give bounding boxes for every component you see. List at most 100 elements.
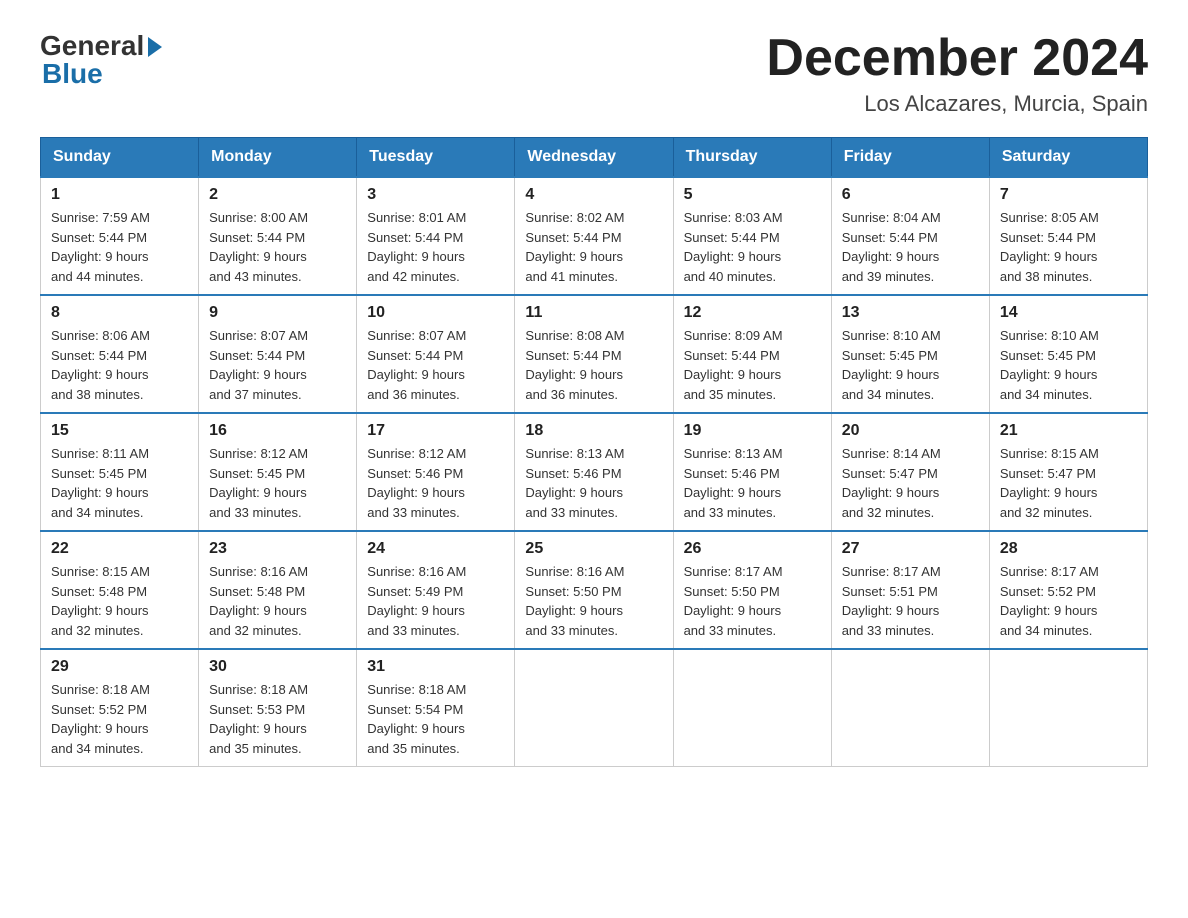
- day-number: 17: [367, 422, 504, 440]
- calendar-cell: 4 Sunrise: 8:02 AMSunset: 5:44 PMDayligh…: [515, 177, 673, 295]
- day-info: Sunrise: 8:11 AMSunset: 5:45 PMDaylight:…: [51, 446, 149, 520]
- calendar-cell: 31 Sunrise: 8:18 AMSunset: 5:54 PMDaylig…: [357, 649, 515, 767]
- day-info: Sunrise: 8:15 AMSunset: 5:47 PMDaylight:…: [1000, 446, 1099, 520]
- calendar-cell: 2 Sunrise: 8:00 AMSunset: 5:44 PMDayligh…: [199, 177, 357, 295]
- calendar-cell: 12 Sunrise: 8:09 AMSunset: 5:44 PMDaylig…: [673, 295, 831, 413]
- day-info: Sunrise: 8:10 AMSunset: 5:45 PMDaylight:…: [1000, 328, 1099, 402]
- week-row-4: 22 Sunrise: 8:15 AMSunset: 5:48 PMDaylig…: [41, 531, 1148, 649]
- weekday-header-sunday: Sunday: [41, 138, 199, 178]
- calendar-cell: 5 Sunrise: 8:03 AMSunset: 5:44 PMDayligh…: [673, 177, 831, 295]
- day-number: 26: [684, 540, 821, 558]
- calendar-cell: 25 Sunrise: 8:16 AMSunset: 5:50 PMDaylig…: [515, 531, 673, 649]
- calendar-cell: 19 Sunrise: 8:13 AMSunset: 5:46 PMDaylig…: [673, 413, 831, 531]
- day-number: 11: [525, 304, 662, 322]
- calendar-cell: 22 Sunrise: 8:15 AMSunset: 5:48 PMDaylig…: [41, 531, 199, 649]
- week-row-1: 1 Sunrise: 7:59 AMSunset: 5:44 PMDayligh…: [41, 177, 1148, 295]
- weekday-header-friday: Friday: [831, 138, 989, 178]
- weekday-header-tuesday: Tuesday: [357, 138, 515, 178]
- weekday-header-thursday: Thursday: [673, 138, 831, 178]
- day-info: Sunrise: 8:12 AMSunset: 5:46 PMDaylight:…: [367, 446, 466, 520]
- day-number: 18: [525, 422, 662, 440]
- day-info: Sunrise: 8:15 AMSunset: 5:48 PMDaylight:…: [51, 564, 150, 638]
- day-info: Sunrise: 8:14 AMSunset: 5:47 PMDaylight:…: [842, 446, 941, 520]
- week-row-2: 8 Sunrise: 8:06 AMSunset: 5:44 PMDayligh…: [41, 295, 1148, 413]
- calendar-cell: 18 Sunrise: 8:13 AMSunset: 5:46 PMDaylig…: [515, 413, 673, 531]
- calendar-cell: [831, 649, 989, 767]
- day-info: Sunrise: 8:05 AMSunset: 5:44 PMDaylight:…: [1000, 210, 1099, 284]
- day-info: Sunrise: 8:07 AMSunset: 5:44 PMDaylight:…: [367, 328, 466, 402]
- logo: General Blue: [40, 30, 162, 90]
- logo-blue-text: Blue: [42, 58, 103, 90]
- calendar-cell: 28 Sunrise: 8:17 AMSunset: 5:52 PMDaylig…: [989, 531, 1147, 649]
- calendar-cell: [989, 649, 1147, 767]
- calendar-cell: 16 Sunrise: 8:12 AMSunset: 5:45 PMDaylig…: [199, 413, 357, 531]
- day-info: Sunrise: 8:17 AMSunset: 5:50 PMDaylight:…: [684, 564, 783, 638]
- day-number: 2: [209, 186, 346, 204]
- day-number: 3: [367, 186, 504, 204]
- calendar-cell: 27 Sunrise: 8:17 AMSunset: 5:51 PMDaylig…: [831, 531, 989, 649]
- day-number: 14: [1000, 304, 1137, 322]
- day-number: 19: [684, 422, 821, 440]
- calendar-cell: 3 Sunrise: 8:01 AMSunset: 5:44 PMDayligh…: [357, 177, 515, 295]
- week-row-3: 15 Sunrise: 8:11 AMSunset: 5:45 PMDaylig…: [41, 413, 1148, 531]
- day-number: 23: [209, 540, 346, 558]
- location-title: Los Alcazares, Murcia, Spain: [766, 91, 1148, 117]
- title-block: December 2024 Los Alcazares, Murcia, Spa…: [766, 30, 1148, 117]
- calendar-cell: [515, 649, 673, 767]
- day-number: 8: [51, 304, 188, 322]
- calendar-cell: 10 Sunrise: 8:07 AMSunset: 5:44 PMDaylig…: [357, 295, 515, 413]
- calendar-table: SundayMondayTuesdayWednesdayThursdayFrid…: [40, 137, 1148, 767]
- day-number: 25: [525, 540, 662, 558]
- calendar-cell: 20 Sunrise: 8:14 AMSunset: 5:47 PMDaylig…: [831, 413, 989, 531]
- day-info: Sunrise: 8:03 AMSunset: 5:44 PMDaylight:…: [684, 210, 783, 284]
- calendar-cell: 13 Sunrise: 8:10 AMSunset: 5:45 PMDaylig…: [831, 295, 989, 413]
- day-info: Sunrise: 8:17 AMSunset: 5:51 PMDaylight:…: [842, 564, 941, 638]
- day-info: Sunrise: 8:18 AMSunset: 5:54 PMDaylight:…: [367, 682, 466, 756]
- day-info: Sunrise: 8:18 AMSunset: 5:52 PMDaylight:…: [51, 682, 150, 756]
- weekday-header-wednesday: Wednesday: [515, 138, 673, 178]
- calendar-cell: 23 Sunrise: 8:16 AMSunset: 5:48 PMDaylig…: [199, 531, 357, 649]
- day-info: Sunrise: 8:16 AMSunset: 5:49 PMDaylight:…: [367, 564, 466, 638]
- day-info: Sunrise: 8:12 AMSunset: 5:45 PMDaylight:…: [209, 446, 308, 520]
- day-number: 27: [842, 540, 979, 558]
- day-number: 7: [1000, 186, 1137, 204]
- day-number: 31: [367, 658, 504, 676]
- calendar-cell: 11 Sunrise: 8:08 AMSunset: 5:44 PMDaylig…: [515, 295, 673, 413]
- day-info: Sunrise: 8:02 AMSunset: 5:44 PMDaylight:…: [525, 210, 624, 284]
- calendar-cell: 30 Sunrise: 8:18 AMSunset: 5:53 PMDaylig…: [199, 649, 357, 767]
- page-header: General Blue December 2024 Los Alcazares…: [40, 30, 1148, 117]
- day-number: 22: [51, 540, 188, 558]
- calendar-cell: 29 Sunrise: 8:18 AMSunset: 5:52 PMDaylig…: [41, 649, 199, 767]
- calendar-cell: 14 Sunrise: 8:10 AMSunset: 5:45 PMDaylig…: [989, 295, 1147, 413]
- day-number: 28: [1000, 540, 1137, 558]
- weekday-header-monday: Monday: [199, 138, 357, 178]
- day-number: 4: [525, 186, 662, 204]
- day-info: Sunrise: 8:00 AMSunset: 5:44 PMDaylight:…: [209, 210, 308, 284]
- day-info: Sunrise: 8:13 AMSunset: 5:46 PMDaylight:…: [525, 446, 624, 520]
- day-info: Sunrise: 7:59 AMSunset: 5:44 PMDaylight:…: [51, 210, 150, 284]
- day-info: Sunrise: 8:18 AMSunset: 5:53 PMDaylight:…: [209, 682, 308, 756]
- calendar-cell: [673, 649, 831, 767]
- day-number: 13: [842, 304, 979, 322]
- day-number: 9: [209, 304, 346, 322]
- day-info: Sunrise: 8:16 AMSunset: 5:50 PMDaylight:…: [525, 564, 624, 638]
- day-info: Sunrise: 8:07 AMSunset: 5:44 PMDaylight:…: [209, 328, 308, 402]
- day-number: 20: [842, 422, 979, 440]
- calendar-cell: 7 Sunrise: 8:05 AMSunset: 5:44 PMDayligh…: [989, 177, 1147, 295]
- day-info: Sunrise: 8:04 AMSunset: 5:44 PMDaylight:…: [842, 210, 941, 284]
- day-number: 30: [209, 658, 346, 676]
- day-number: 1: [51, 186, 188, 204]
- day-number: 5: [684, 186, 821, 204]
- day-info: Sunrise: 8:10 AMSunset: 5:45 PMDaylight:…: [842, 328, 941, 402]
- day-info: Sunrise: 8:06 AMSunset: 5:44 PMDaylight:…: [51, 328, 150, 402]
- week-row-5: 29 Sunrise: 8:18 AMSunset: 5:52 PMDaylig…: [41, 649, 1148, 767]
- day-number: 24: [367, 540, 504, 558]
- calendar-cell: 6 Sunrise: 8:04 AMSunset: 5:44 PMDayligh…: [831, 177, 989, 295]
- day-number: 10: [367, 304, 504, 322]
- day-info: Sunrise: 8:08 AMSunset: 5:44 PMDaylight:…: [525, 328, 624, 402]
- month-title: December 2024: [766, 30, 1148, 87]
- calendar-cell: 9 Sunrise: 8:07 AMSunset: 5:44 PMDayligh…: [199, 295, 357, 413]
- logo-arrow-icon: [148, 37, 162, 57]
- day-info: Sunrise: 8:13 AMSunset: 5:46 PMDaylight:…: [684, 446, 783, 520]
- day-info: Sunrise: 8:16 AMSunset: 5:48 PMDaylight:…: [209, 564, 308, 638]
